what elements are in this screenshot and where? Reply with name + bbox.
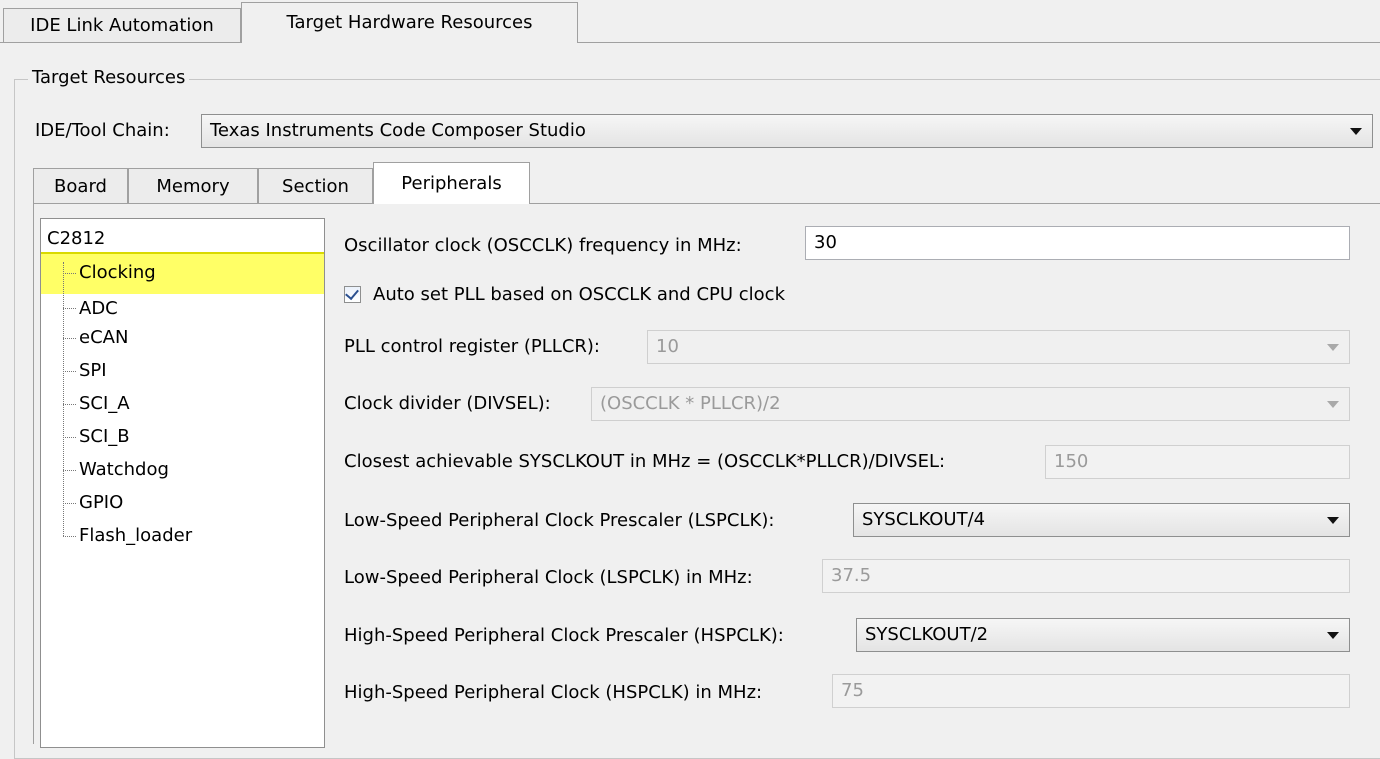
- tab-peripherals[interactable]: Peripherals: [373, 162, 530, 204]
- pllcr-label: PLL control register (PLLCR):: [344, 336, 600, 357]
- tree-connector: [63, 262, 64, 536]
- lspclk-label: Low-Speed Peripheral Clock (LSPCLK) in M…: [344, 567, 753, 588]
- tree-connector: [63, 404, 76, 405]
- tree-item-clocking[interactable]: Clocking: [79, 262, 156, 284]
- pllcr-value: 10: [656, 336, 679, 357]
- lspclk-field: 37.5: [822, 559, 1350, 593]
- lspclk-prescaler-dropdown[interactable]: SYSCLKOUT/4: [853, 503, 1350, 537]
- toolchain-value: Texas Instruments Code Composer Studio: [210, 120, 586, 141]
- tree-connector: [63, 437, 76, 438]
- lspclk-prescaler-label: Low-Speed Peripheral Clock Prescaler (LS…: [344, 510, 775, 531]
- tree-connector: [63, 470, 76, 471]
- chevron-down-icon: [1327, 401, 1339, 408]
- divsel-label: Clock divider (DIVSEL):: [344, 393, 551, 414]
- tree-item-ecan[interactable]: eCAN: [79, 327, 128, 349]
- auto-pll-label[interactable]: Auto set PLL based on OSCCLK and CPU clo…: [373, 284, 785, 306]
- hspclk-value: 75: [841, 680, 864, 701]
- osc-freq-input[interactable]: 30: [805, 226, 1350, 260]
- chevron-down-icon: [1327, 344, 1339, 351]
- hspclk-label: High-Speed Peripheral Clock (HSPCLK) in …: [344, 682, 763, 703]
- hspclk-prescaler-dropdown[interactable]: SYSCLKOUT/2: [856, 618, 1350, 652]
- tree-connector: [63, 308, 76, 309]
- tab-section[interactable]: Section: [258, 168, 373, 204]
- sysclkout-value: 150: [1054, 451, 1089, 472]
- tree-root-c2812[interactable]: C2812: [47, 228, 105, 250]
- tab-memory[interactable]: Memory: [128, 168, 258, 204]
- sysclkout-label: Closest achievable SYSCLKOUT in MHz = (O…: [344, 451, 946, 472]
- chevron-down-icon: [1327, 517, 1339, 524]
- tree-connector: [63, 371, 76, 372]
- auto-pll-checkbox[interactable]: [344, 285, 361, 303]
- sysclkout-field: 150: [1045, 445, 1350, 479]
- osc-freq-value: 30: [814, 232, 837, 253]
- tree-connector: [63, 536, 76, 537]
- tree-connector: [63, 338, 76, 339]
- hspclk-field: 75: [832, 674, 1350, 708]
- check-icon: [345, 285, 359, 301]
- chevron-down-icon: [1327, 632, 1339, 639]
- tree-item-sci-b[interactable]: SCI_B: [79, 426, 130, 448]
- tree-item-spi[interactable]: SPI: [79, 360, 107, 382]
- tree-item-flash-loader[interactable]: Flash_loader: [79, 525, 192, 547]
- target-resources-title: Target Resources: [28, 66, 190, 90]
- divsel-value: (OSCCLK * PLLCR)/2: [600, 393, 781, 414]
- tree-item-watchdog[interactable]: Watchdog: [79, 459, 169, 481]
- lspclk-value: 37.5: [831, 565, 872, 586]
- tree-root-underline: [41, 252, 324, 254]
- tab-target-hardware-resources[interactable]: Target Hardware Resources: [241, 2, 578, 43]
- tree-connector: [63, 503, 76, 504]
- tree-item-gpio[interactable]: GPIO: [79, 492, 123, 514]
- osc-freq-label: Oscillator clock (OSCCLK) frequency in M…: [344, 235, 742, 256]
- tree-connector: [63, 273, 76, 274]
- pllcr-dropdown[interactable]: 10: [647, 330, 1350, 364]
- lspclk-prescaler-value: SYSCLKOUT/4: [862, 509, 986, 530]
- toolchain-dropdown[interactable]: Texas Instruments Code Composer Studio: [201, 114, 1373, 148]
- tab-ide-link-automation[interactable]: IDE Link Automation: [3, 8, 241, 43]
- chevron-down-icon: [1350, 128, 1362, 135]
- hspclk-prescaler-label: High-Speed Peripheral Clock Prescaler (H…: [344, 625, 784, 646]
- divsel-dropdown[interactable]: (OSCCLK * PLLCR)/2: [591, 387, 1350, 421]
- hspclk-prescaler-value: SYSCLKOUT/2: [865, 624, 989, 645]
- tab-board[interactable]: Board: [33, 168, 128, 204]
- toolchain-label: IDE/Tool Chain:: [35, 120, 170, 141]
- tree-item-adc[interactable]: ADC: [79, 298, 118, 320]
- tree-item-sci-a[interactable]: SCI_A: [79, 393, 130, 415]
